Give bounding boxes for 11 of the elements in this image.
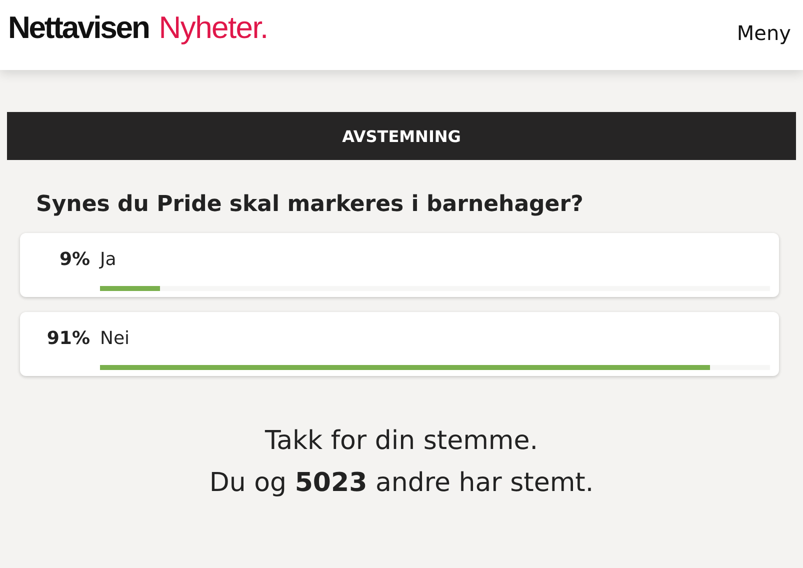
option-label: Ja: [100, 249, 116, 272]
thanks-text: Takk for din stemme.: [264, 425, 538, 458]
brand-name[interactable]: Nettavisen: [8, 10, 149, 46]
option-percent: 91%: [46, 328, 91, 351]
section-name[interactable]: Nyheter.: [158, 10, 268, 46]
poll-question: Synes du Pride skal markeres i barnehager?: [35, 191, 584, 218]
option-percent: 9%: [59, 249, 91, 272]
poll-title: AVSTEMNING: [7, 112, 796, 160]
menu-button[interactable]: Meny: [736, 21, 791, 45]
option-label: Nei: [100, 328, 130, 351]
vote-count-text: Du og 5023 andre har stemt.: [209, 467, 594, 500]
